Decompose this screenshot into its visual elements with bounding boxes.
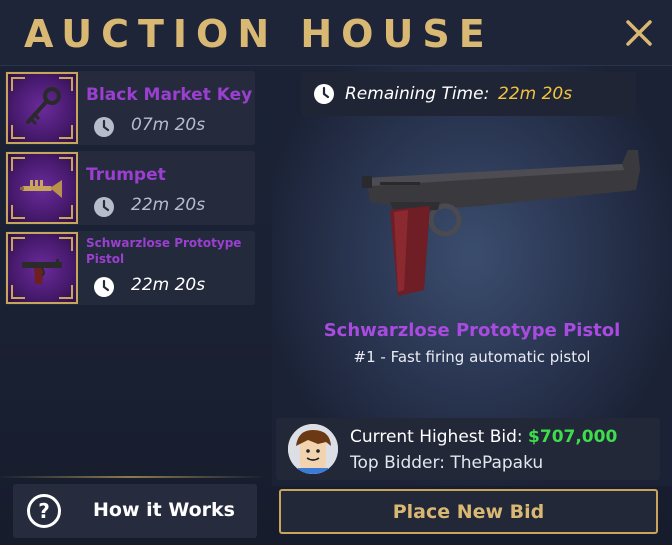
listing-item-name: Black Market Key xyxy=(86,85,253,105)
place-new-bid-button[interactable]: Place New Bid xyxy=(279,489,658,534)
trumpet-icon xyxy=(20,180,62,198)
current-bid-amount: $707,000 xyxy=(528,427,618,447)
current-bid: Current Highest Bid: $707,000 xyxy=(350,427,618,447)
top-bidder: Top Bidder: ThePapaku xyxy=(350,453,544,473)
key-icon xyxy=(26,87,61,126)
window-title: AUCTION HOUSE xyxy=(24,12,494,56)
avatar-icon xyxy=(288,424,338,474)
close-icon xyxy=(626,20,652,46)
bid-info-box: Current Highest Bid: $707,000 Top Bidder… xyxy=(276,418,660,480)
listing-panel: Black Market Key 07m 20s Trumpet 22m 20s… xyxy=(0,66,262,481)
listing-item-name: Trumpet xyxy=(86,165,166,185)
clock-icon xyxy=(94,277,114,297)
listing-item-trumpet[interactable]: Trumpet 22m 20s xyxy=(5,151,255,225)
listing-item-time: 22m 20s xyxy=(131,195,206,215)
listing-item-time: 22m 20s xyxy=(131,275,206,295)
remaining-time-value: 22m 20s xyxy=(498,84,573,104)
avatar xyxy=(288,424,338,474)
clock-icon xyxy=(94,197,114,217)
pistol-preview-image xyxy=(362,150,640,296)
listing-item-schwarzlose-pistol[interactable]: Schwarzlose Prototype Pistol 22m 20s xyxy=(5,231,255,305)
close-button[interactable] xyxy=(620,14,658,52)
clock-icon xyxy=(314,84,334,104)
listing-item-black-market-key[interactable]: Black Market Key 07m 20s xyxy=(5,71,255,145)
place-new-bid-label: Place New Bid xyxy=(392,501,545,523)
listing-item-time: 07m 20s xyxy=(131,115,206,135)
item-thumbnail xyxy=(6,152,78,224)
listing-item-name: Schwarzlose Prototype Pistol xyxy=(86,236,242,266)
remaining-time-label: Remaining Time: xyxy=(345,84,490,104)
header-bar: AUCTION HOUSE xyxy=(0,0,672,66)
clock-icon xyxy=(94,117,114,137)
selected-item-description: #1 - Fast firing automatic pistol xyxy=(353,348,591,366)
remaining-time-bar: Remaining Time: 22m 20s xyxy=(301,72,636,116)
item-thumbnail xyxy=(6,72,78,144)
how-it-works-button[interactable]: ? How it Works xyxy=(13,484,257,538)
top-bidder-name: ThePapaku xyxy=(450,453,544,473)
auction-house-window: AUCTION HOUSE Black Market Key 07m 20s T… xyxy=(0,0,672,545)
how-it-works-label: How it Works xyxy=(93,499,235,521)
divider xyxy=(0,476,262,478)
item-thumbnail xyxy=(6,232,78,304)
pistol-icon xyxy=(22,259,62,284)
question-icon: ? xyxy=(27,494,61,528)
selected-item-name: Schwarzlose Prototype Pistol xyxy=(323,320,621,341)
